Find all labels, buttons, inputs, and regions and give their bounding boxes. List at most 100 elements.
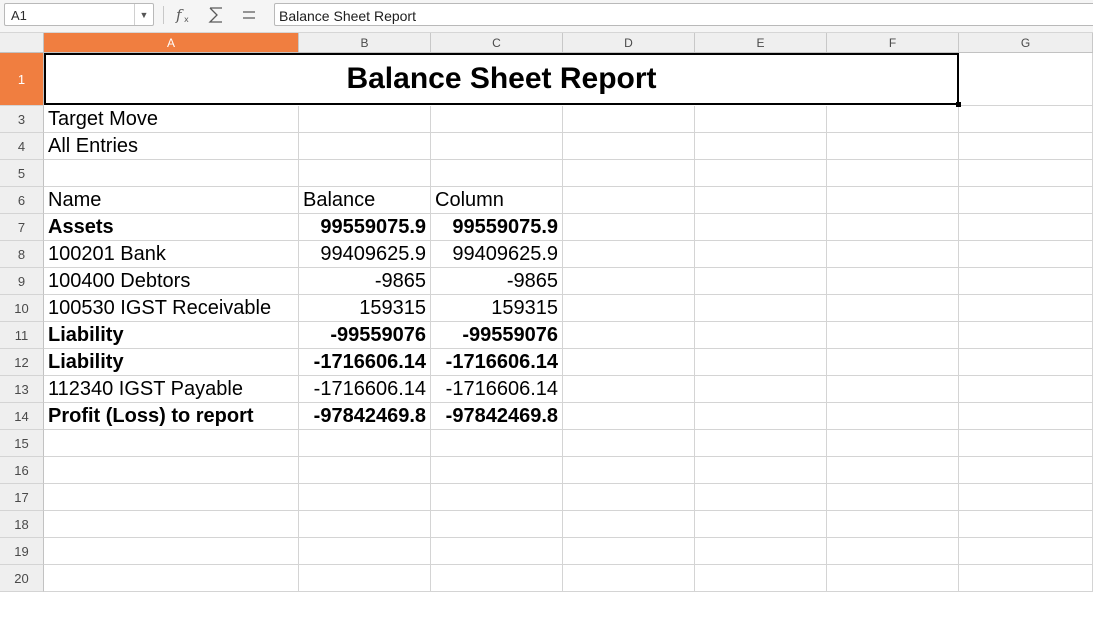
cell-d14[interactable] xyxy=(563,403,695,430)
cell-g14[interactable] xyxy=(959,403,1093,430)
cell-d13[interactable] xyxy=(563,376,695,403)
cell-g12[interactable] xyxy=(959,349,1093,376)
cell-g20[interactable] xyxy=(959,565,1093,592)
cell-b17[interactable] xyxy=(299,484,431,511)
report-title[interactable]: Balance Sheet Report xyxy=(44,53,959,105)
cell-f17[interactable] xyxy=(827,484,959,511)
header-name[interactable]: Name xyxy=(44,187,299,214)
column-value[interactable]: -9865 xyxy=(431,268,563,295)
column-header-d[interactable]: D xyxy=(563,33,695,52)
balance-value[interactable]: 159315 xyxy=(299,295,431,322)
cell-g6[interactable] xyxy=(959,187,1093,214)
cell-d7[interactable] xyxy=(563,214,695,241)
cell-d3[interactable] xyxy=(563,106,695,133)
account-name[interactable]: Liability xyxy=(44,322,299,349)
cell-f5[interactable] xyxy=(827,160,959,187)
cell-a17[interactable] xyxy=(44,484,299,511)
cell-g18[interactable] xyxy=(959,511,1093,538)
cell-e12[interactable] xyxy=(695,349,827,376)
cell-d16[interactable] xyxy=(563,457,695,484)
column-value[interactable]: 99409625.9 xyxy=(431,241,563,268)
cell-g19[interactable] xyxy=(959,538,1093,565)
cell-d6[interactable] xyxy=(563,187,695,214)
cell-f14[interactable] xyxy=(827,403,959,430)
column-value[interactable]: -97842469.8 xyxy=(431,403,563,430)
cell-d20[interactable] xyxy=(563,565,695,592)
cell-f4[interactable] xyxy=(827,133,959,160)
cell-g17[interactable] xyxy=(959,484,1093,511)
row-header-14[interactable]: 14 xyxy=(0,403,44,430)
cell-g11[interactable] xyxy=(959,322,1093,349)
cell-c19[interactable] xyxy=(431,538,563,565)
cell-g5[interactable] xyxy=(959,160,1093,187)
target-move-label[interactable]: Target Move xyxy=(44,106,299,133)
cell-f18[interactable] xyxy=(827,511,959,538)
sum-icon[interactable] xyxy=(205,5,227,25)
balance-value[interactable]: 99409625.9 xyxy=(299,241,431,268)
cell-e14[interactable] xyxy=(695,403,827,430)
cell-g7[interactable] xyxy=(959,214,1093,241)
cell-b16[interactable] xyxy=(299,457,431,484)
cell-d15[interactable] xyxy=(563,430,695,457)
cell-d9[interactable] xyxy=(563,268,695,295)
cell-e13[interactable] xyxy=(695,376,827,403)
cell-d5[interactable] xyxy=(563,160,695,187)
account-name[interactable]: Profit (Loss) to report xyxy=(44,403,299,430)
cell-g3[interactable] xyxy=(959,106,1093,133)
cell-c3[interactable] xyxy=(431,106,563,133)
cell-f15[interactable] xyxy=(827,430,959,457)
account-name[interactable]: 112340 IGST Payable xyxy=(44,376,299,403)
cell-d4[interactable] xyxy=(563,133,695,160)
balance-value[interactable]: -9865 xyxy=(299,268,431,295)
cell-f10[interactable] xyxy=(827,295,959,322)
balance-value[interactable]: -99559076 xyxy=(299,322,431,349)
cell-e8[interactable] xyxy=(695,241,827,268)
cell-b15[interactable] xyxy=(299,430,431,457)
account-name[interactable]: 100201 Bank xyxy=(44,241,299,268)
cell-b20[interactable] xyxy=(299,565,431,592)
cell-f7[interactable] xyxy=(827,214,959,241)
cell-e20[interactable] xyxy=(695,565,827,592)
row-header-1[interactable]: 1 xyxy=(0,53,44,106)
cell-a5[interactable] xyxy=(44,160,299,187)
cell-d10[interactable] xyxy=(563,295,695,322)
cell-d8[interactable] xyxy=(563,241,695,268)
row-header-5[interactable]: 5 xyxy=(0,160,44,187)
column-header-a[interactable]: A xyxy=(44,33,299,52)
cell-f20[interactable] xyxy=(827,565,959,592)
cell-e16[interactable] xyxy=(695,457,827,484)
cell-a20[interactable] xyxy=(44,565,299,592)
cell-f13[interactable] xyxy=(827,376,959,403)
account-name[interactable]: 100530 IGST Receivable xyxy=(44,295,299,322)
column-value[interactable]: -1716606.14 xyxy=(431,376,563,403)
column-header-g[interactable]: G xyxy=(959,33,1093,52)
cell-f8[interactable] xyxy=(827,241,959,268)
row-header-8[interactable]: 8 xyxy=(0,241,44,268)
cell-g4[interactable] xyxy=(959,133,1093,160)
cell-g10[interactable] xyxy=(959,295,1093,322)
function-wizard-icon[interactable]: fx xyxy=(173,5,195,25)
cell-a15[interactable] xyxy=(44,430,299,457)
row-header-13[interactable]: 13 xyxy=(0,376,44,403)
cell-c18[interactable] xyxy=(431,511,563,538)
cell-c15[interactable] xyxy=(431,430,563,457)
row-header-6[interactable]: 6 xyxy=(0,187,44,214)
cell-b19[interactable] xyxy=(299,538,431,565)
column-value[interactable]: 159315 xyxy=(431,295,563,322)
equals-icon[interactable] xyxy=(238,5,260,25)
cell-e9[interactable] xyxy=(695,268,827,295)
cell-b3[interactable] xyxy=(299,106,431,133)
cell-e19[interactable] xyxy=(695,538,827,565)
row-header-12[interactable]: 12 xyxy=(0,349,44,376)
balance-value[interactable]: 99559075.9 xyxy=(299,214,431,241)
column-value[interactable]: 99559075.9 xyxy=(431,214,563,241)
account-name[interactable]: 100400 Debtors xyxy=(44,268,299,295)
cell-d19[interactable] xyxy=(563,538,695,565)
name-box[interactable]: A1 ▼ xyxy=(4,3,154,26)
cell-g16[interactable] xyxy=(959,457,1093,484)
row-header-18[interactable]: 18 xyxy=(0,511,44,538)
cell-f19[interactable] xyxy=(827,538,959,565)
cell-e18[interactable] xyxy=(695,511,827,538)
row-header-9[interactable]: 9 xyxy=(0,268,44,295)
cell-e3[interactable] xyxy=(695,106,827,133)
